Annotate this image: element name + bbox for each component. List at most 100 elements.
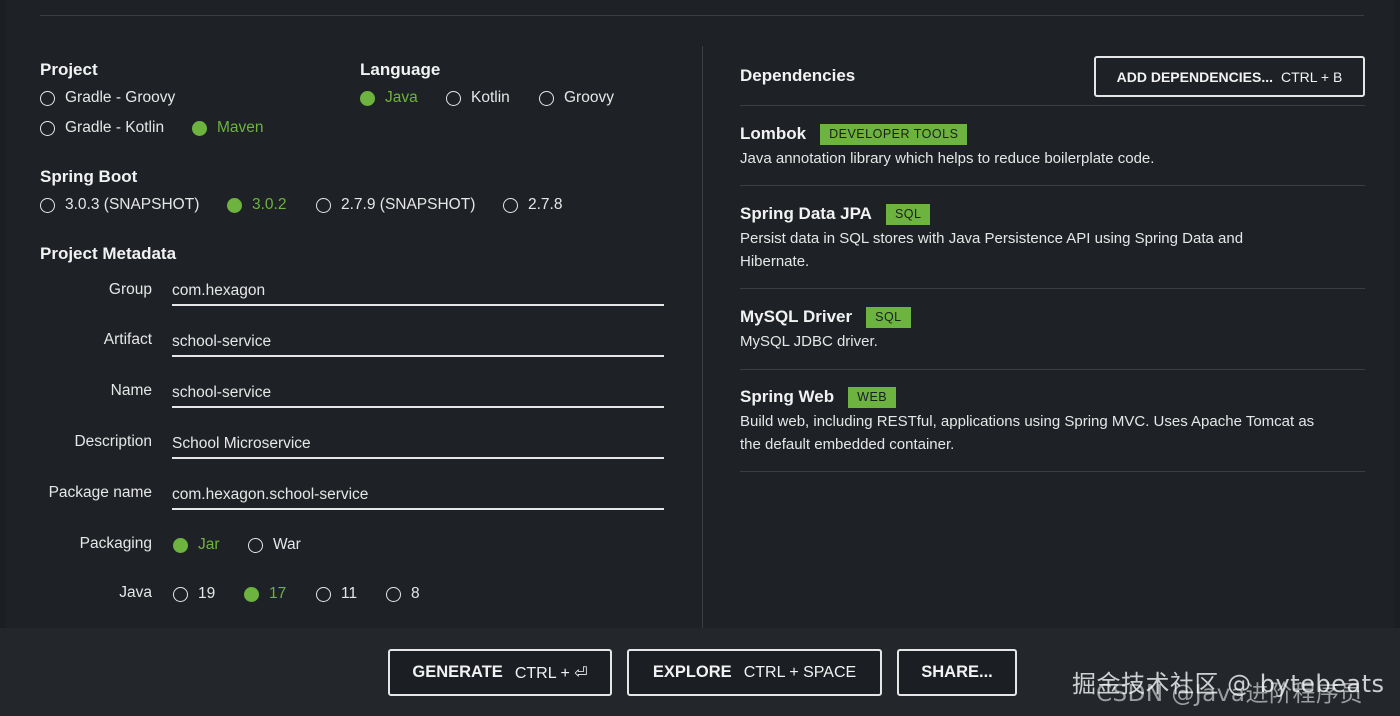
dependency-divider xyxy=(740,105,1365,106)
radio-dot xyxy=(192,120,207,136)
packaging-label: Packaging xyxy=(79,535,152,552)
java-11-radio[interactable]: 11 xyxy=(316,585,357,603)
java-17-radio[interactable]: 17 xyxy=(244,585,286,603)
add-dependencies-button[interactable]: ADD DEPENDENCIES... CTRL + B xyxy=(1094,56,1365,97)
dependency-spring-web[interactable]: Spring Web WEB Build web, including REST… xyxy=(740,386,1340,456)
explore-shortcut: CTRL + SPACE xyxy=(743,663,857,681)
radio-dot xyxy=(386,586,401,602)
name-field[interactable] xyxy=(172,380,664,408)
package-name-field[interactable] xyxy=(172,482,664,510)
column-divider xyxy=(702,46,703,628)
radio-dot xyxy=(40,90,55,106)
java-19-radio[interactable]: 19 xyxy=(173,585,215,603)
dependency-spring-data-jpa[interactable]: Spring Data JPA SQL Persist data in SQL … xyxy=(740,203,1340,273)
dependency-divider xyxy=(740,369,1365,370)
add-dependencies-label: ADD DEPENDENCIES... xyxy=(1116,68,1273,85)
dependency-name: MySQL Driver xyxy=(740,307,853,326)
radio-dot xyxy=(173,537,188,553)
language-title: Language xyxy=(360,60,441,79)
dependency-description: Build web, including RESTful, applicatio… xyxy=(740,413,1315,453)
boot-3-0-2-radio[interactable]: 3.0.2 xyxy=(227,196,286,214)
dependency-divider xyxy=(740,288,1365,289)
generate-shortcut: CTRL + ⏎ xyxy=(514,664,588,682)
group-field[interactable] xyxy=(172,278,664,306)
dependency-name: Lombok xyxy=(740,124,807,143)
project-title: Project xyxy=(40,60,98,79)
radio-dot xyxy=(503,197,518,213)
radio-label: Java xyxy=(385,89,418,106)
java-8-radio[interactable]: 8 xyxy=(386,585,420,603)
dependency-tag: DEVELOPER TOOLS xyxy=(820,123,968,145)
radio-label: 2.7.9 (SNAPSHOT) xyxy=(341,196,476,213)
watermark: 掘金技术社区 @ bytebeats CSDN @Java进阶程序员 xyxy=(1072,664,1385,707)
project-maven-radio[interactable]: Maven xyxy=(192,119,264,137)
boot-2-7-8-radio[interactable]: 2.7.8 xyxy=(503,196,562,214)
artifact-field[interactable] xyxy=(172,329,664,357)
radio-label: Gradle - Groovy xyxy=(65,89,176,106)
description-field[interactable] xyxy=(172,431,664,459)
artifact-label: Artifact xyxy=(103,331,152,348)
radio-label: 3.0.3 (SNAPSHOT) xyxy=(65,196,200,213)
spring-boot-title: Spring Boot xyxy=(40,167,138,186)
radio-dot xyxy=(316,197,331,213)
dependencies-title: Dependencies xyxy=(740,66,856,85)
radio-label: Gradle - Kotlin xyxy=(65,119,165,136)
watermark-line2: CSDN @Java进阶程序员 xyxy=(1096,681,1363,707)
dependency-description: Java annotation library which helps to r… xyxy=(740,150,1155,167)
radio-dot xyxy=(244,586,259,602)
top-divider xyxy=(40,15,1364,16)
radio-label: 19 xyxy=(198,585,216,602)
radio-dot xyxy=(316,586,331,602)
project-gradle-groovy-radio[interactable]: Gradle - Groovy xyxy=(40,89,175,107)
radio-label: Maven xyxy=(217,119,264,136)
language-kotlin-radio[interactable]: Kotlin xyxy=(446,89,510,107)
radio-label: 8 xyxy=(411,585,420,602)
dependency-description: MySQL JDBC driver. xyxy=(740,333,878,350)
dependency-lombok[interactable]: Lombok DEVELOPER TOOLS Java annotation l… xyxy=(740,123,1340,170)
dependency-name: Spring Data JPA xyxy=(740,204,872,223)
radio-dot xyxy=(173,586,188,602)
radio-label: War xyxy=(273,536,301,553)
explore-label: EXPLORE xyxy=(652,663,732,681)
radio-label: 11 xyxy=(341,585,358,602)
radio-label: Kotlin xyxy=(471,89,510,106)
name-label: Name xyxy=(110,382,152,399)
language-java-radio[interactable]: Java xyxy=(360,89,418,107)
radio-dot xyxy=(40,197,55,213)
group-label: Group xyxy=(108,281,152,298)
boot-2-7-9-radio[interactable]: 2.7.9 (SNAPSHOT) xyxy=(316,196,475,214)
dependency-divider xyxy=(740,471,1365,472)
dependency-mysql-driver[interactable]: MySQL Driver SQL MySQL JDBC driver. xyxy=(740,306,1340,353)
radio-label: Jar xyxy=(198,536,220,553)
share-button[interactable]: SHARE... xyxy=(897,649,1017,696)
generate-label: GENERATE xyxy=(412,663,503,681)
packaging-jar-radio[interactable]: Jar xyxy=(173,536,220,554)
package-name-label: Package name xyxy=(48,484,152,501)
explore-button[interactable]: EXPLORE CTRL + SPACE xyxy=(627,649,882,696)
radio-label: 2.7.8 xyxy=(528,196,563,213)
dependency-tag: SQL xyxy=(885,203,931,225)
boot-3-0-3-radio[interactable]: 3.0.3 (SNAPSHOT) xyxy=(40,196,199,214)
radio-dot xyxy=(446,90,461,106)
dependency-divider xyxy=(740,185,1365,186)
dependency-name: Spring Web xyxy=(740,387,835,406)
radio-dot xyxy=(539,90,554,106)
metadata-title: Project Metadata xyxy=(40,244,177,263)
radio-label: 3.0.2 xyxy=(252,196,287,213)
radio-dot xyxy=(248,537,263,553)
project-gradle-kotlin-radio[interactable]: Gradle - Kotlin xyxy=(40,119,164,137)
radio-dot xyxy=(40,120,55,136)
radio-dot xyxy=(360,90,375,106)
dependency-tag: SQL xyxy=(866,306,911,328)
dependency-description: Persist data in SQL stores with Java Per… xyxy=(740,230,1244,270)
add-dependencies-shortcut: CTRL + B xyxy=(1281,68,1343,85)
java-label: Java xyxy=(119,584,152,601)
radio-label: 17 xyxy=(269,585,287,602)
generate-button[interactable]: GENERATE CTRL + ⏎ xyxy=(388,649,612,696)
radio-label: Groovy xyxy=(564,89,614,106)
radio-dot xyxy=(227,197,242,213)
description-label: Description xyxy=(74,433,152,450)
language-groovy-radio[interactable]: Groovy xyxy=(539,89,614,107)
packaging-war-radio[interactable]: War xyxy=(248,536,301,554)
dependency-tag: WEB xyxy=(848,386,897,408)
